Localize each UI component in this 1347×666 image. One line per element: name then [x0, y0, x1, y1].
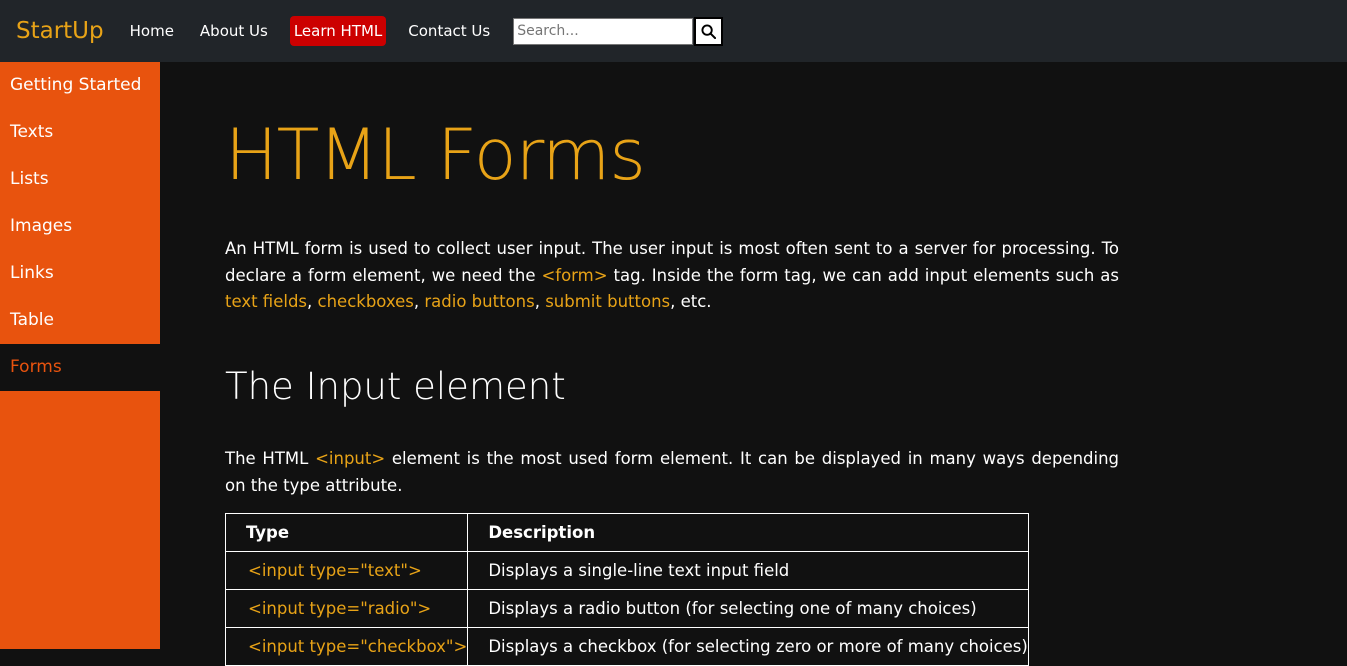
sidebar: Getting Started Texts Lists Images Links… — [0, 62, 160, 649]
table-header-row: Type Description — [224, 513, 1029, 552]
table-row: <input type="checkbox"> Displays a check… — [224, 627, 1029, 666]
top-navbar: StartUp Home About Us Learn HTML Contact… — [0, 0, 1347, 62]
brand-logo[interactable]: StartUp — [16, 19, 104, 43]
table-row: <input type="text"> Displays a single-li… — [224, 551, 1029, 590]
table-header-type: Type — [224, 513, 469, 552]
submit-buttons-link[interactable]: submit buttons — [545, 292, 670, 311]
section-title-input-element: The Input element — [225, 365, 566, 408]
sidebar-item-forms[interactable]: Forms — [0, 344, 160, 391]
input-paragraph: The HTML <input> element is the most use… — [225, 446, 1119, 499]
intro-separator-1: , — [307, 292, 318, 311]
sidebar-item-getting-started[interactable]: Getting Started — [0, 62, 160, 109]
nav-link-about-us[interactable]: About Us — [196, 16, 272, 46]
table-cell-type: <input type="radio"> — [224, 589, 469, 628]
nav-link-learn-html[interactable]: Learn HTML — [289, 16, 387, 46]
table-cell-description: Displays a checkbox (for selecting zero … — [467, 627, 1029, 666]
intro-separator-3: , — [534, 292, 546, 311]
intro-separator-2: , — [413, 292, 425, 311]
search-icon — [701, 23, 717, 39]
sidebar-item-table[interactable]: Table — [0, 297, 160, 344]
input-tag-code: <input> — [315, 449, 386, 468]
table-cell-description: Displays a single-line text input field — [467, 551, 1029, 590]
radio-buttons-link[interactable]: radio buttons — [424, 292, 534, 311]
form-tag-code: <form> — [541, 265, 608, 285]
table-row: <input type="radio"> Displays a radio bu… — [224, 589, 1029, 628]
table-cell-description: Displays a radio button (for selecting o… — [467, 589, 1029, 628]
input-text-1: The HTML — [225, 449, 316, 468]
input-types-table: Type Description <input type="text"> Dis… — [224, 513, 1029, 666]
sidebar-item-lists[interactable]: Lists — [0, 156, 160, 203]
table-header-description: Description — [467, 513, 1029, 552]
nav-link-contact-us[interactable]: Contact Us — [404, 16, 494, 46]
table-cell-type: <input type="checkbox"> — [224, 627, 469, 666]
checkboxes-link[interactable]: checkboxes — [318, 292, 414, 311]
search-input[interactable] — [513, 17, 694, 45]
intro-text-3: , etc. — [670, 292, 712, 311]
intro-paragraph: An HTML form is used to collect user inp… — [225, 236, 1119, 316]
page-title: HTML Forms — [225, 114, 646, 196]
intro-text-2: tag. Inside the form tag, we can add inp… — [607, 265, 1119, 285]
table-cell-type: <input type="text"> — [224, 551, 469, 590]
search-form — [513, 16, 724, 46]
sidebar-item-links[interactable]: Links — [0, 250, 160, 297]
sidebar-item-texts[interactable]: Texts — [0, 109, 160, 156]
text-fields-link[interactable]: text fields — [225, 292, 307, 311]
search-button[interactable] — [694, 16, 724, 46]
nav-link-home[interactable]: Home — [126, 16, 178, 46]
sidebar-item-images[interactable]: Images — [0, 203, 160, 250]
